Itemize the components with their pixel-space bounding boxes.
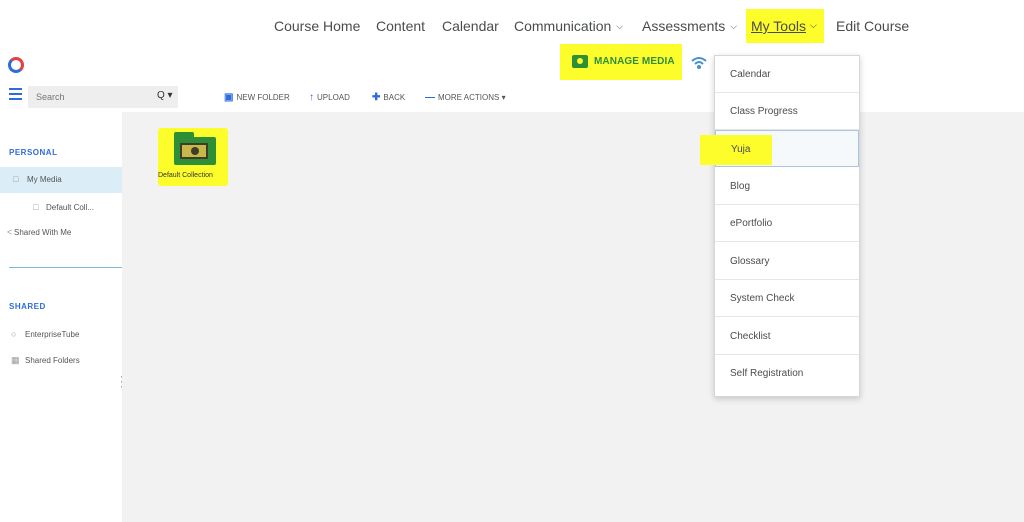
upload-icon: ↑ (309, 92, 314, 103)
media-toolbar: Q ▾ ▣NEW FOLDER ↑UPLOAD ✚BACK —MORE ACTI… (0, 82, 1024, 112)
menu-item-label: Class Progress (730, 106, 798, 117)
sidebar-item-label: Shared With Me (14, 228, 72, 237)
upload-label: UPLOAD (317, 93, 350, 102)
nav-calendar[interactable]: Calendar (442, 18, 499, 34)
search-box (28, 86, 178, 108)
sidebar-item-enterprisetube[interactable]: ○ EnterpriseTube (0, 322, 122, 348)
course-navbar: Course Home Content Calendar Communicati… (0, 0, 1024, 50)
search-icon: Q (157, 90, 165, 101)
new-folder-label: NEW FOLDER (236, 93, 290, 102)
menu-item-label: System Check (730, 293, 795, 304)
nav-edit-course[interactable]: Edit Course (836, 18, 909, 34)
sidebar-item-my-media[interactable]: □ My Media (0, 167, 122, 193)
nav-my-tools-label: My Tools (751, 18, 806, 34)
sidebar-item-shared-with-me[interactable]: < Shared With Me (0, 220, 122, 246)
folder-icon[interactable] (174, 132, 216, 166)
sidebar-item-shared-folders[interactable]: ▦ Shared Folders (0, 348, 122, 374)
shared-heading: SHARED (9, 302, 46, 311)
sidebar: PERSONAL □ My Media □ Default Coll... < … (0, 112, 124, 522)
menu-item-class-progress[interactable]: Class Progress (715, 93, 859, 130)
more-actions-label: MORE ACTIONS (438, 93, 500, 102)
folder-icon: □ (33, 202, 39, 212)
share-icon: < (7, 227, 13, 237)
menu-icon[interactable] (9, 88, 22, 100)
app-header (0, 50, 1024, 82)
menu-item-glossary[interactable]: Glossary (715, 243, 859, 280)
chevron-down-icon: ⌵ (616, 21, 624, 31)
nav-communication[interactable]: Communication ⌵ (514, 18, 623, 34)
new-folder-button[interactable]: ▣ NEW FOLDER (224, 92, 290, 103)
menu-item-self-registration[interactable]: Self Registration (715, 355, 859, 392)
my-tools-dropdown: Calendar Class Progress Yuja Blog ePortf… (700, 55, 860, 397)
chevron-down-icon: ⌵ (730, 21, 738, 31)
media-content-area: Default Collection (122, 112, 1024, 522)
nav-communication-label: Communication (514, 18, 612, 34)
menu-item-blog[interactable]: Blog (715, 168, 859, 205)
sidebar-divider (9, 267, 122, 268)
back-button[interactable]: ✚ BACK (372, 92, 405, 103)
shared-folder-icon: ▦ (11, 355, 20, 365)
sidebar-item-label: Shared Folders (25, 356, 80, 365)
sidebar-item-label: Default Coll... (46, 203, 95, 212)
globe-icon: ○ (11, 329, 17, 339)
back-icon: ✚ (372, 92, 381, 103)
menu-item-system-check[interactable]: System Check (715, 280, 859, 317)
manage-media-label: MANAGE MEDIA (594, 56, 675, 67)
menu-item-label: Blog (730, 181, 751, 192)
manage-media-button[interactable]: MANAGE MEDIA (560, 44, 682, 80)
more-actions-button[interactable]: — MORE ACTIONS ▾ (425, 92, 506, 103)
menu-item-yuja[interactable]: Yuja (700, 130, 859, 167)
search-button[interactable]: Q ▾ (157, 90, 173, 101)
more-icon: — (425, 92, 435, 103)
folder-label[interactable]: Default Collection (158, 172, 213, 179)
search-input[interactable] (36, 89, 146, 105)
menu-item-checklist[interactable]: Checklist (715, 318, 859, 355)
sidebar-item-label: EnterpriseTube (25, 330, 80, 339)
new-folder-icon: ▣ (224, 92, 234, 103)
nav-assessments[interactable]: Assessments ⌵ (642, 18, 737, 34)
menu-item-label: ePortfolio (730, 218, 773, 229)
broadcast-icon[interactable] (690, 55, 708, 73)
nav-course-home[interactable]: Course Home (274, 18, 360, 34)
media-icon: □ (13, 174, 19, 184)
menu-item-label: Glossary (730, 256, 770, 267)
nav-my-tools[interactable]: My Tools ⌵ (746, 9, 824, 43)
sidebar-item-label: My Media (27, 175, 62, 184)
menu-item-calendar[interactable]: Calendar (715, 56, 859, 93)
menu-item-label: Calendar (730, 69, 771, 80)
nav-assessments-label: Assessments (642, 18, 726, 34)
menu-item-label: Self Registration (730, 368, 804, 379)
yuja-logo-icon (8, 57, 24, 73)
camera-icon (572, 55, 588, 68)
upload-button[interactable]: ↑ UPLOAD (309, 92, 350, 103)
menu-item-label: Checklist (730, 331, 771, 342)
menu-item-label: Yuja (731, 144, 751, 155)
sidebar-item-default-collection[interactable]: □ Default Coll... (0, 195, 122, 221)
personal-heading: PERSONAL (9, 148, 58, 157)
chevron-down-icon: ⌵ (810, 20, 817, 30)
menu-item-eportfolio[interactable]: ePortfolio (715, 205, 859, 242)
back-label: BACK (383, 93, 406, 102)
nav-content[interactable]: Content (376, 18, 425, 34)
